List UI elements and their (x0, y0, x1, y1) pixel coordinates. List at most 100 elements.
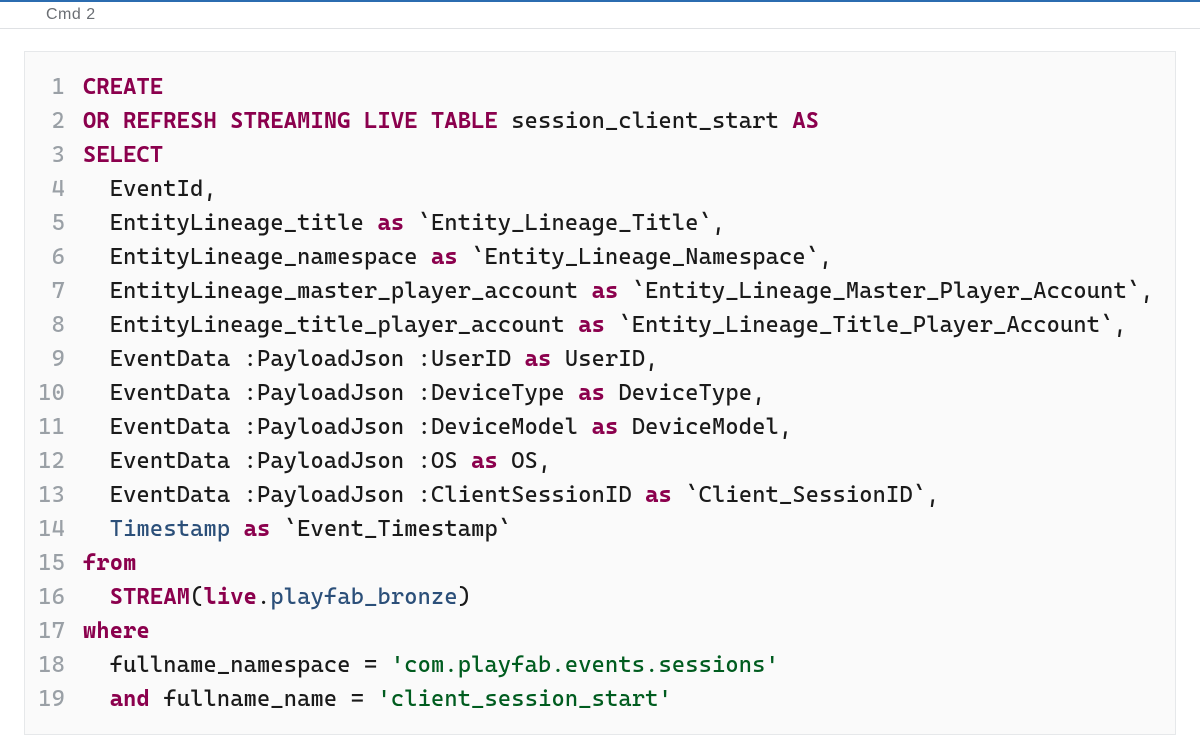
line-number: 12 (25, 444, 83, 478)
line-number: 18 (25, 648, 83, 682)
line-number: 7 (25, 274, 83, 308)
line-content[interactable]: where (83, 614, 150, 648)
token-kw: as (431, 244, 458, 270)
line-content[interactable]: EventData :PayloadJson :DeviceModel as D… (83, 410, 792, 444)
code-line[interactable]: 6 EntityLineage_namespace as `Entity_Lin… (25, 240, 1175, 274)
line-content[interactable]: OR REFRESH STREAMING LIVE TABLE session_… (83, 104, 819, 138)
line-content[interactable]: and fullname_name = 'client_session_star… (83, 682, 672, 716)
line-content[interactable]: fullname_namespace = 'com.playfab.events… (83, 648, 779, 682)
line-number: 15 (25, 546, 83, 580)
token-id: `Entity_Lineage_Title`, (404, 210, 725, 236)
line-content[interactable]: STREAM(live.playfab_bronze) (83, 580, 471, 614)
token-id: EntityLineage_title_player_account (83, 312, 578, 338)
line-content[interactable]: from (83, 546, 137, 580)
code-line[interactable]: 11 EventData :PayloadJson :DeviceModel a… (25, 410, 1175, 444)
token-id: EventId, (83, 176, 217, 202)
token-kw: where (83, 618, 150, 644)
line-number: 4 (25, 172, 83, 206)
code-line[interactable]: 12 EventData :PayloadJson :OS as OS, (25, 444, 1175, 478)
line-number: 13 (25, 478, 83, 512)
code-line[interactable]: 4 EventId, (25, 172, 1175, 206)
token-attr: playfab_bronze (270, 584, 457, 610)
token-id: EntityLineage_title (83, 210, 377, 236)
code-line[interactable]: 9 EventData :PayloadJson :UserID as User… (25, 342, 1175, 376)
line-content[interactable]: SELECT (83, 138, 163, 172)
token-id: `Entity_Lineage_Namespace`, (458, 244, 833, 270)
line-content[interactable]: EventData :PayloadJson :DeviceType as De… (83, 376, 766, 410)
token-id: `Client_SessionID`, (672, 482, 940, 508)
token-id (230, 516, 243, 542)
code-line[interactable]: 7 EntityLineage_master_player_account as… (25, 274, 1175, 308)
token-id: OS, (498, 448, 552, 474)
code-line[interactable]: 8 EntityLineage_title_player_account as … (25, 308, 1175, 342)
code-line[interactable]: 14 Timestamp as `Event_Timestamp` (25, 512, 1175, 546)
line-content[interactable]: EventData :PayloadJson :UserID as UserID… (83, 342, 659, 376)
token-id: . (257, 584, 270, 610)
line-number: 19 (25, 682, 83, 716)
token-kw: as (592, 414, 619, 440)
code-line[interactable]: 3SELECT (25, 138, 1175, 172)
token-id: ) (458, 584, 471, 610)
cell-header[interactable]: Cmd 2 (0, 0, 1200, 29)
token-str: 'client_session_start' (377, 686, 671, 712)
line-number: 9 (25, 342, 83, 376)
token-id: EventData :PayloadJson :OS (83, 448, 471, 474)
token-id: EventData :PayloadJson :UserID (83, 346, 525, 372)
line-content[interactable]: EventData :PayloadJson :ClientSessionID … (83, 478, 940, 512)
code-editor[interactable]: 1CREATE2OR REFRESH STREAMING LIVE TABLE … (25, 70, 1175, 716)
token-id (83, 686, 110, 712)
code-line[interactable]: 19 and fullname_name = 'client_session_s… (25, 682, 1175, 716)
code-line[interactable]: 15from (25, 546, 1175, 580)
line-content[interactable]: EntityLineage_master_player_account as `… (83, 274, 1154, 308)
token-id: DeviceType, (605, 380, 766, 406)
line-content[interactable]: EventData :PayloadJson :OS as OS, (83, 444, 551, 478)
token-kw: CREATE (83, 74, 163, 100)
code-line[interactable]: 17where (25, 614, 1175, 648)
token-id: `Event_Timestamp` (270, 516, 511, 542)
token-kw: STREAM (110, 584, 190, 610)
token-id: EntityLineage_namespace (83, 244, 431, 270)
token-kw: as (578, 380, 605, 406)
token-kw: AS (792, 108, 819, 134)
token-kw: as (377, 210, 404, 236)
token-id: EventData :PayloadJson :DeviceType (83, 380, 578, 406)
code-line[interactable]: 2OR REFRESH STREAMING LIVE TABLE session… (25, 104, 1175, 138)
token-id: EntityLineage_master_player_account (83, 278, 592, 304)
cell-body: 1CREATE2OR REFRESH STREAMING LIVE TABLE … (24, 51, 1176, 735)
code-line[interactable]: 18 fullname_namespace = 'com.playfab.eve… (25, 648, 1175, 682)
token-kw: as (578, 312, 605, 338)
token-kw: as (592, 278, 619, 304)
code-line[interactable]: 1CREATE (25, 70, 1175, 104)
code-line[interactable]: 13 EventData :PayloadJson :ClientSession… (25, 478, 1175, 512)
line-number: 1 (25, 70, 83, 104)
token-id: EventData :PayloadJson :DeviceModel (83, 414, 592, 440)
token-kw: as (645, 482, 672, 508)
token-id (83, 584, 110, 610)
line-number: 2 (25, 104, 83, 138)
line-number: 8 (25, 308, 83, 342)
token-str: 'com.playfab.events.sessions' (391, 652, 779, 678)
token-id: ( (190, 584, 203, 610)
line-number: 6 (25, 240, 83, 274)
code-line[interactable]: 16 STREAM(live.playfab_bronze) (25, 580, 1175, 614)
line-content[interactable]: EntityLineage_title_player_account as `E… (83, 308, 1127, 342)
line-content[interactable]: Timestamp as `Event_Timestamp` (83, 512, 511, 546)
token-id (83, 516, 110, 542)
line-content[interactable]: EntityLineage_namespace as `Entity_Linea… (83, 240, 833, 274)
token-kw: OR REFRESH STREAMING LIVE TABLE (83, 108, 498, 134)
line-content[interactable]: EventId, (83, 172, 217, 206)
line-number: 17 (25, 614, 83, 648)
line-number: 11 (25, 410, 83, 444)
cell-header-label: Cmd 2 (46, 6, 96, 23)
line-number: 14 (25, 512, 83, 546)
token-kw: as (471, 448, 498, 474)
line-content[interactable]: EntityLineage_title as `Entity_Lineage_T… (83, 206, 725, 240)
token-id: EventData :PayloadJson :ClientSessionID (83, 482, 645, 508)
code-line[interactable]: 5 EntityLineage_title as `Entity_Lineage… (25, 206, 1175, 240)
code-line[interactable]: 10 EventData :PayloadJson :DeviceType as… (25, 376, 1175, 410)
token-id: `Entity_Lineage_Master_Player_Account`, (618, 278, 1153, 304)
line-content[interactable]: CREATE (83, 70, 163, 104)
token-kw: as (525, 346, 552, 372)
line-number: 5 (25, 206, 83, 240)
token-id: session_client_start (498, 108, 792, 134)
